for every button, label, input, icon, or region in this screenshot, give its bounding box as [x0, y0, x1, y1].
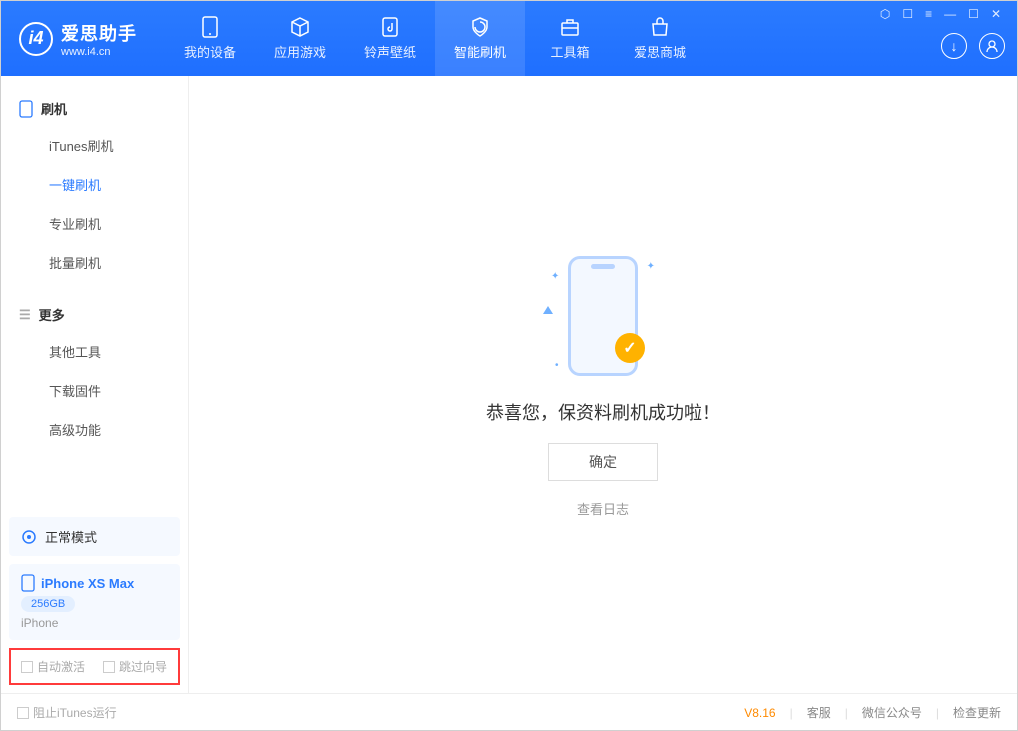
triangle-icon — [543, 306, 553, 314]
device-name-row: iPhone XS Max — [21, 574, 134, 592]
sidebar-item-advanced[interactable]: 高级功能 — [1, 410, 188, 449]
version-label: V8.16 — [744, 706, 775, 720]
menu-icon[interactable]: ≡ — [925, 7, 932, 21]
sparkle-icon: ✦ — [647, 261, 655, 272]
checkbox-block-itunes[interactable]: 阻止iTunes运行 — [17, 704, 117, 721]
tab-label: 工具箱 — [550, 42, 589, 61]
store-icon — [649, 16, 671, 38]
list-icon: ☰ — [19, 307, 31, 323]
tshirt-icon[interactable]: ⬡ — [880, 7, 890, 21]
sidebar-group-flash: 刷机 iTunes刷机 一键刷机 专业刷机 批量刷机 — [1, 76, 188, 282]
app-subtitle: www.i4.cn — [61, 46, 137, 58]
app-body: 刷机 iTunes刷机 一键刷机 专业刷机 批量刷机 ☰ 更多 其他工具 下载固… — [1, 76, 1017, 693]
sparkle-icon: • — [555, 360, 559, 371]
storage-badge: 256GB — [21, 596, 75, 612]
checkbox-auto-activate[interactable]: 自动激活 — [21, 658, 85, 675]
sidebar-item-itunes-flash[interactable]: iTunes刷机 — [1, 126, 188, 165]
device-box[interactable]: iPhone XS Max 256GB iPhone — [9, 564, 180, 640]
ok-button[interactable]: 确定 — [548, 443, 658, 481]
sidebar-item-other-tools[interactable]: 其他工具 — [1, 332, 188, 371]
mode-box[interactable]: 正常模式 — [9, 517, 180, 556]
main-tabs: 我的设备 应用游戏 铃声壁纸 智能刷机 工具箱 爱思商城 — [165, 1, 705, 76]
phone-icon — [19, 100, 33, 118]
sidebar-group-title: 刷机 — [1, 91, 188, 126]
tab-my-device[interactable]: 我的设备 — [165, 1, 255, 76]
minimize-button[interactable]: — — [944, 7, 956, 21]
logo-icon: i4 — [19, 22, 53, 56]
tab-label: 爱思商城 — [634, 42, 686, 61]
footer-link-wechat[interactable]: 微信公众号 — [862, 704, 922, 721]
cube-icon — [289, 16, 311, 38]
app-header: i4 爱思助手 www.i4.cn 我的设备 应用游戏 铃声壁纸 智能刷机 工具… — [1, 1, 1017, 76]
app-title: 爱思助手 — [61, 20, 137, 46]
tab-ringtones-wallpapers[interactable]: 铃声壁纸 — [345, 1, 435, 76]
tab-label: 我的设备 — [184, 42, 236, 61]
tab-smart-flash[interactable]: 智能刷机 — [435, 1, 525, 76]
mode-label: 正常模式 — [45, 527, 97, 546]
group-title-text: 更多 — [39, 305, 65, 324]
checkbox-icon — [103, 661, 115, 673]
close-button[interactable]: ✕ — [991, 7, 1001, 21]
maximize-button[interactable]: ☐ — [968, 7, 979, 21]
sidebar-group-more: ☰ 更多 其他工具 下载固件 高级功能 — [1, 282, 188, 449]
checkmark-badge-icon: ✓ — [615, 333, 645, 363]
sidebar-group-title: ☰ 更多 — [1, 297, 188, 332]
logo-area: i4 爱思助手 www.i4.cn — [1, 20, 155, 58]
toolbox-icon — [559, 16, 581, 38]
footer-link-update[interactable]: 检查更新 — [953, 704, 1001, 721]
group-title-text: 刷机 — [41, 99, 67, 118]
tab-label: 应用游戏 — [274, 42, 326, 61]
mode-icon — [21, 529, 37, 545]
footer-link-support[interactable]: 客服 — [807, 704, 831, 721]
sidebar-item-oneclick-flash[interactable]: 一键刷机 — [1, 165, 188, 204]
checkbox-skip-guide[interactable]: 跳过向导 — [103, 658, 167, 675]
device-name-text: iPhone XS Max — [41, 576, 134, 591]
smart-flash-icon — [469, 16, 491, 38]
sidebar-item-download-firmware[interactable]: 下载固件 — [1, 371, 188, 410]
sidebar: 刷机 iTunes刷机 一键刷机 专业刷机 批量刷机 ☰ 更多 其他工具 下载固… — [1, 76, 189, 693]
footer: 阻止iTunes运行 V8.16 | 客服 | 微信公众号 | 检查更新 — [1, 693, 1017, 731]
footer-right: V8.16 | 客服 | 微信公众号 | 检查更新 — [744, 704, 1001, 721]
checkbox-icon — [17, 707, 29, 719]
device-icon — [199, 16, 221, 38]
view-log-link[interactable]: 查看日志 — [577, 499, 629, 518]
window-controls: ⬡ ☐ ≡ — ☐ ✕ — [876, 1, 1005, 27]
download-button[interactable]: ↓ — [941, 33, 967, 59]
option-checkboxes: 自动激活 跳过向导 — [9, 648, 180, 685]
tab-store[interactable]: 爱思商城 — [615, 1, 705, 76]
main-content: ✦ ✦ • ✓ 恭喜您，保资料刷机成功啦！ 确定 查看日志 — [189, 76, 1017, 693]
logo-text: 爱思助手 www.i4.cn — [61, 20, 137, 58]
tab-apps-games[interactable]: 应用游戏 — [255, 1, 345, 76]
sidebar-bottom: 正常模式 iPhone XS Max 256GB iPhone 自动激活 跳过向… — [1, 509, 188, 693]
tab-toolbox[interactable]: 工具箱 — [525, 1, 615, 76]
tab-label: 智能刷机 — [454, 42, 506, 61]
tab-label: 铃声壁纸 — [364, 42, 416, 61]
device-type: iPhone — [21, 616, 58, 630]
sidebar-item-batch-flash[interactable]: 批量刷机 — [1, 243, 188, 282]
success-message: 恭喜您，保资料刷机成功啦！ — [486, 399, 720, 425]
header-action-icons: ↓ — [941, 33, 1005, 59]
success-illustration: ✦ ✦ • ✓ — [543, 251, 663, 381]
user-button[interactable] — [979, 33, 1005, 59]
header-right: ⬡ ☐ ≡ — ☐ ✕ ↓ — [876, 1, 1017, 59]
device-icon — [21, 574, 35, 592]
music-icon — [379, 16, 401, 38]
feedback-icon[interactable]: ☐ — [902, 7, 913, 21]
sparkle-icon: ✦ — [551, 271, 559, 282]
sidebar-item-pro-flash[interactable]: 专业刷机 — [1, 204, 188, 243]
checkbox-icon — [21, 661, 33, 673]
